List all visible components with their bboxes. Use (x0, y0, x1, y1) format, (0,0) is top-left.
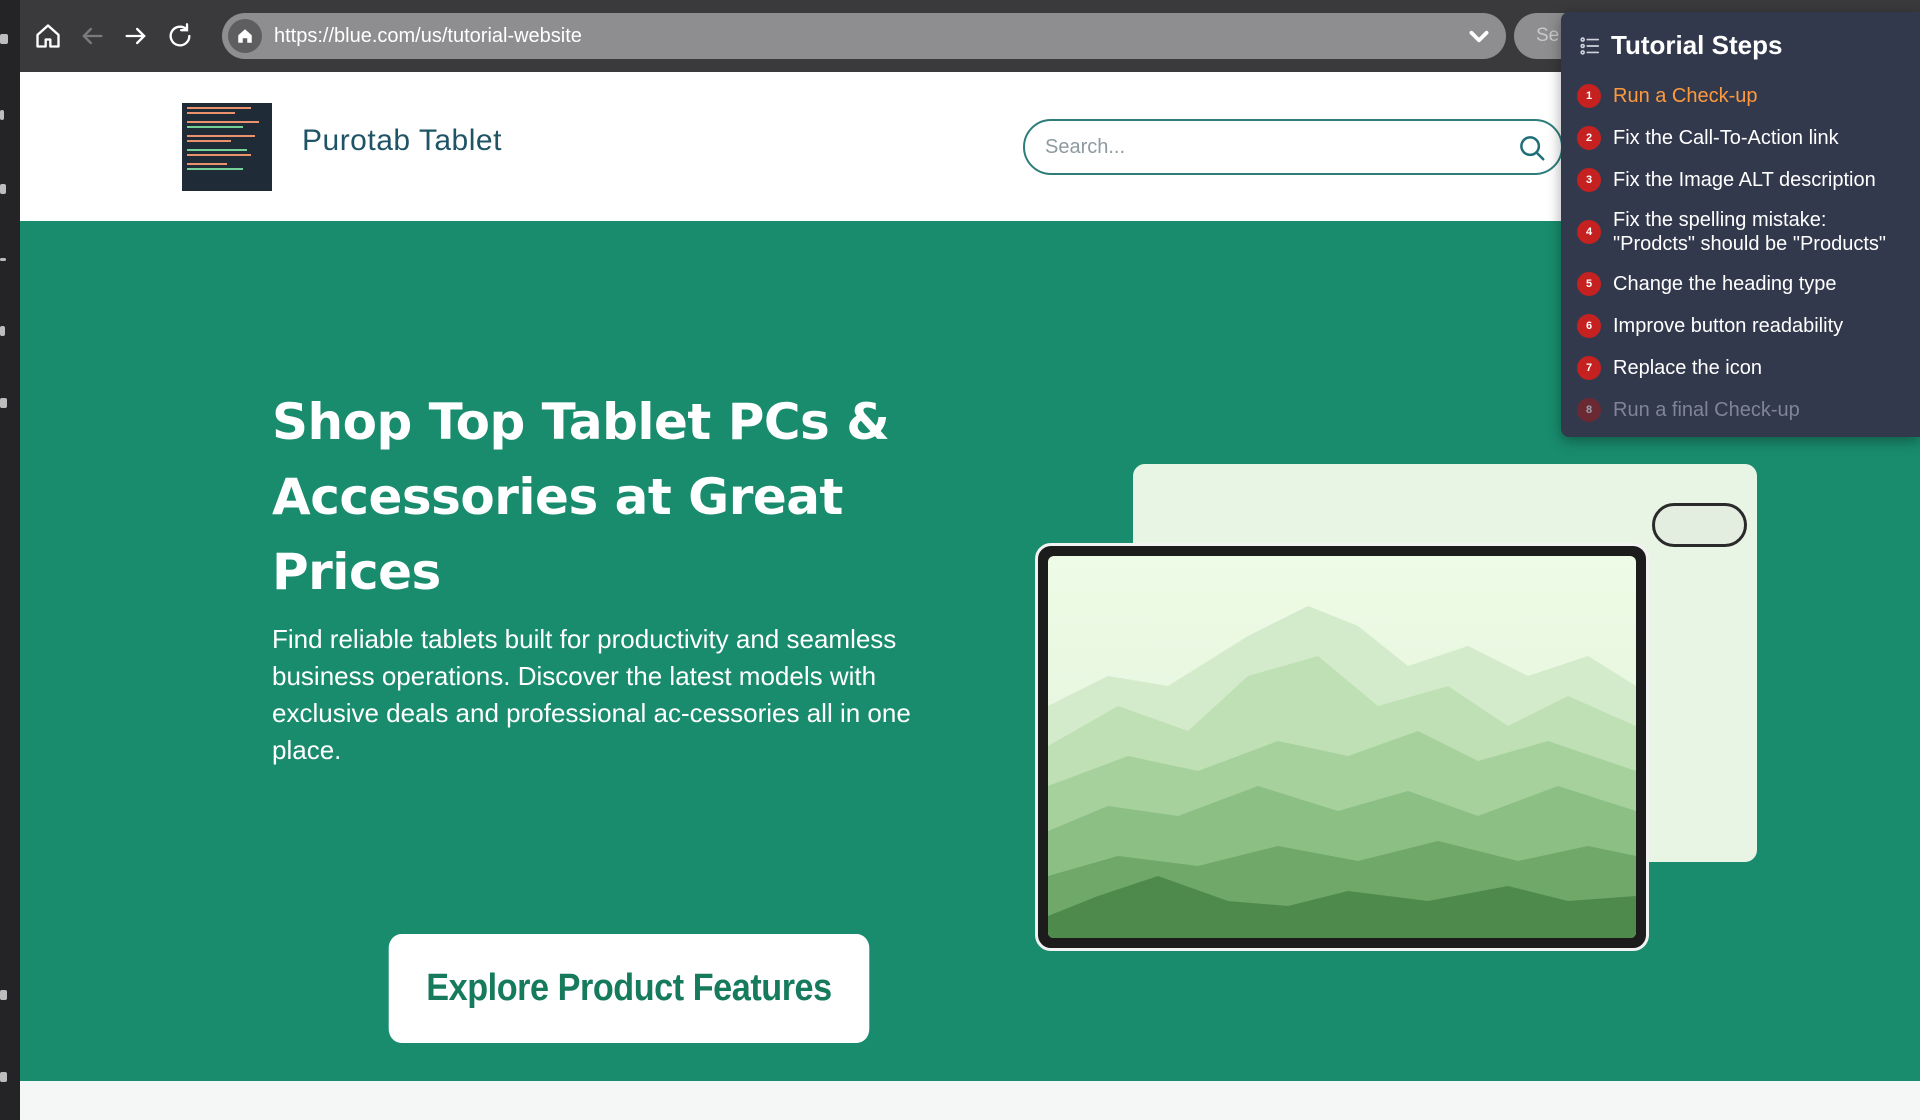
sidebar-mark-icon[interactable] (0, 326, 5, 336)
tutorial-step-3[interactable]: 3 Fix the Image ALT description (1577, 168, 1876, 192)
step-label: Fix the Call-To-Action link (1613, 127, 1839, 149)
browser-search-placeholder: Se (1536, 25, 1560, 46)
explore-features-button[interactable]: Explore Product Features (388, 934, 870, 1043)
sidebar-mark-icon[interactable] (0, 184, 6, 194)
sidebar-mark-icon[interactable] (0, 110, 4, 120)
tablet-image (1035, 543, 1649, 951)
tutorial-title: Tutorial Steps (1611, 30, 1783, 60)
step-number-badge: 4 (1577, 220, 1601, 244)
tutorial-step-8[interactable]: 8 Run a final Check-up (1577, 398, 1800, 422)
tablet-camera (1652, 503, 1747, 547)
step-number-badge: 1 (1577, 84, 1601, 108)
site-search-box[interactable] (1023, 119, 1563, 175)
step-number-badge: 5 (1577, 272, 1601, 296)
search-icon[interactable] (1517, 133, 1547, 163)
address-bar[interactable]: https://blue.com/us/tutorial-website (222, 13, 1506, 59)
arrow-right-icon (125, 27, 146, 45)
reload-icon (169, 23, 191, 47)
step-number-badge: 2 (1577, 126, 1601, 150)
tutorial-steps-panel: Tutorial Steps 1 Run a Check-up 2 Fix th… (1561, 12, 1920, 437)
sidebar-mark-icon[interactable] (0, 990, 7, 1000)
arrow-left-icon (82, 27, 103, 45)
step-label: Change the heading type (1613, 273, 1837, 295)
sidebar-mark-icon[interactable] (0, 258, 6, 261)
sidebar-mark-icon[interactable] (0, 1072, 7, 1082)
home-button[interactable] (30, 18, 66, 54)
chevron-down-icon[interactable] (1466, 23, 1492, 49)
step-label: Fix the Image ALT description (1613, 169, 1876, 191)
step-label: Run a Check-up (1613, 85, 1758, 107)
sidebar-mark-icon[interactable] (0, 398, 7, 408)
home-icon (238, 29, 252, 43)
step-number-badge: 7 (1577, 356, 1601, 380)
search-input[interactable] (1045, 129, 1485, 165)
tutorial-step-2[interactable]: 2 Fix the Call-To-Action link (1577, 126, 1839, 150)
mountain-landscape-illustration (1048, 556, 1636, 938)
brand-name[interactable]: Purotab Tablet (302, 124, 502, 158)
back-button[interactable] (74, 18, 110, 54)
step-number-badge: 8 (1577, 398, 1601, 422)
step-label-line-1: Fix the spelling mistake: (1613, 209, 1827, 231)
tutorial-step-6[interactable]: 6 Improve button readability (1577, 314, 1843, 338)
site-info-button[interactable] (228, 19, 262, 53)
app-sidebar-strip (0, 0, 20, 1120)
step-label: Fix the spelling mistake: "Prodcts" shou… (1613, 208, 1886, 256)
site-logo[interactable] (182, 103, 272, 191)
home-icon (36, 24, 60, 48)
step-label: Improve button readability (1613, 315, 1844, 337)
hero-title: Shop Top Tablet PCs & Accessories at Gre… (272, 393, 890, 601)
forward-button[interactable] (118, 18, 154, 54)
step-number-badge: 3 (1577, 168, 1601, 192)
next-section (20, 1081, 1920, 1120)
step-label: Run a final Check-up (1613, 399, 1800, 421)
step-label: Replace the icon (1613, 357, 1762, 379)
url-text[interactable]: https://blue.com/us/tutorial-website (274, 13, 582, 59)
tutorial-step-7[interactable]: 7 Replace the icon (1577, 356, 1762, 380)
tutorial-step-1[interactable]: 1 Run a Check-up (1577, 84, 1758, 108)
tutorial-step-4[interactable]: 4 Fix the spelling mistake: "Prodcts" sh… (1577, 208, 1886, 256)
step-number-badge: 6 (1577, 314, 1601, 338)
hero-description: Find reliable tablets built for producti… (272, 624, 911, 765)
tutorial-header: Tutorial Steps (1579, 30, 1782, 61)
list-icon (1580, 36, 1600, 55)
tutorial-step-5[interactable]: 5 Change the heading type (1577, 272, 1837, 296)
sidebar-mark-icon[interactable] (0, 34, 8, 44)
reload-button[interactable] (162, 18, 198, 54)
step-label-line-2: "Prodcts" should be "Products" (1613, 233, 1886, 255)
